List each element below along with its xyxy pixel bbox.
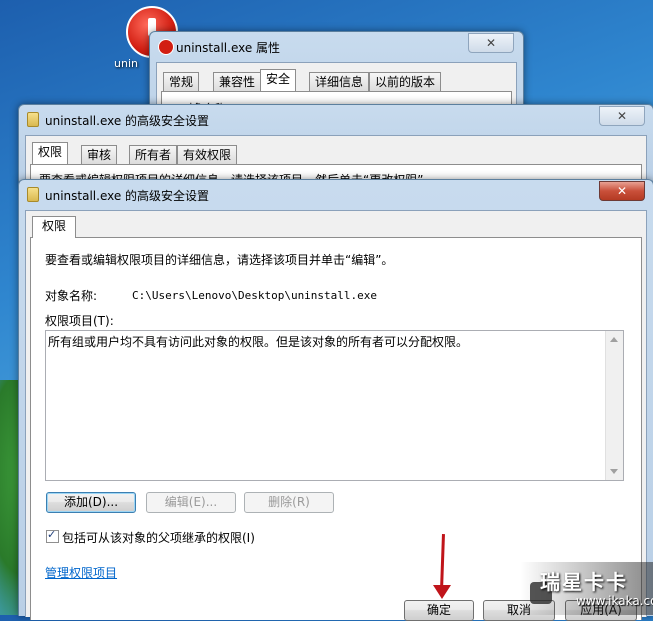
- tab-previous-versions[interactable]: 以前的版本: [369, 72, 442, 91]
- tab-auditing[interactable]: 审核: [81, 145, 118, 164]
- advanced-security-window: uninstall.exe 的高级安全设置 ✕ 权限 要查看或编辑权限项目的详细…: [18, 179, 653, 621]
- edit-button[interactable]: 编辑(E)...: [146, 492, 236, 513]
- tab-details[interactable]: 详细信息: [309, 72, 370, 91]
- annotation-arrow-head: [433, 585, 451, 599]
- instruction-text: 要查看或编辑权限项目的详细信息，请选择该项目并单击“编辑”。: [45, 253, 394, 267]
- tab-permissions-back[interactable]: 权限: [32, 142, 69, 164]
- tab-permissions[interactable]: 权限: [32, 216, 77, 238]
- tab-owner[interactable]: 所有者: [129, 145, 178, 164]
- advanced-client: 权限 要查看或编辑权限项目的详细信息，请选择该项目并单击“编辑”。 对象名称: …: [25, 210, 647, 621]
- inherit-checkbox-label[interactable]: 包括可从该对象的父项继承的权限(I): [62, 529, 255, 546]
- tab-security[interactable]: 安全: [260, 69, 297, 91]
- tab-general[interactable]: 常规: [163, 72, 200, 91]
- close-icon[interactable]: ✕: [468, 33, 514, 53]
- add-button[interactable]: 添加(D)...: [46, 492, 136, 513]
- remove-button[interactable]: 删除(R): [244, 492, 334, 513]
- advanced-titlebar: uninstall.exe 的高级安全设置 ✕: [19, 180, 653, 208]
- desktop-icon-label: unin: [114, 57, 138, 70]
- inherit-checkbox[interactable]: [46, 528, 59, 543]
- advanced-back-titlebar: uninstall.exe 的高级安全设置 ✕: [19, 105, 653, 133]
- advanced-back-title: uninstall.exe 的高级安全设置: [45, 114, 210, 128]
- advanced-back-client: 权限 审核 所有者 有效权限 要查看或编辑权限项目的详细信息，请选择该项目，然后…: [25, 135, 647, 187]
- uninstall-icon: [158, 39, 174, 55]
- advanced-security-window-back: uninstall.exe 的高级安全设置 ✕ 权限 审核 所有者 有效权限 要…: [18, 104, 653, 187]
- watermark-url: www.ikaka.com: [576, 594, 653, 608]
- scroll-up-icon[interactable]: [610, 337, 618, 342]
- permission-entries-list[interactable]: 所有组或用户均不具有访问此对象的权限。但是该对象的所有者可以分配权限。: [45, 330, 624, 481]
- properties-titlebar: uninstall.exe 属性 ✕: [150, 32, 523, 60]
- entries-empty-message: 所有组或用户均不具有访问此对象的权限。但是该对象的所有者可以分配权限。: [48, 335, 469, 349]
- advanced-title: uninstall.exe 的高级安全设置: [45, 189, 210, 203]
- close-icon[interactable]: ✕: [599, 106, 645, 126]
- scroll-down-icon[interactable]: [610, 469, 618, 474]
- close-icon[interactable]: ✕: [599, 181, 645, 201]
- object-name-value: C:\Users\Lenovo\Desktop\uninstall.exe: [132, 289, 378, 302]
- tab-compatibility[interactable]: 兼容性: [213, 72, 262, 91]
- object-name-label: 对象名称:: [45, 289, 98, 303]
- manage-permissions-link[interactable]: 管理权限项目: [45, 564, 117, 581]
- folder-icon: [27, 187, 39, 202]
- entries-label: 权限项目(T):: [45, 314, 114, 328]
- watermark-brand: 瑞星卡卡: [540, 570, 628, 594]
- properties-title: uninstall.exe 属性: [176, 41, 281, 55]
- ok-button[interactable]: 确定: [404, 600, 474, 621]
- list-scrollbar[interactable]: [605, 331, 623, 480]
- folder-icon: [27, 112, 39, 127]
- tab-effective-permissions[interactable]: 有效权限: [177, 145, 238, 164]
